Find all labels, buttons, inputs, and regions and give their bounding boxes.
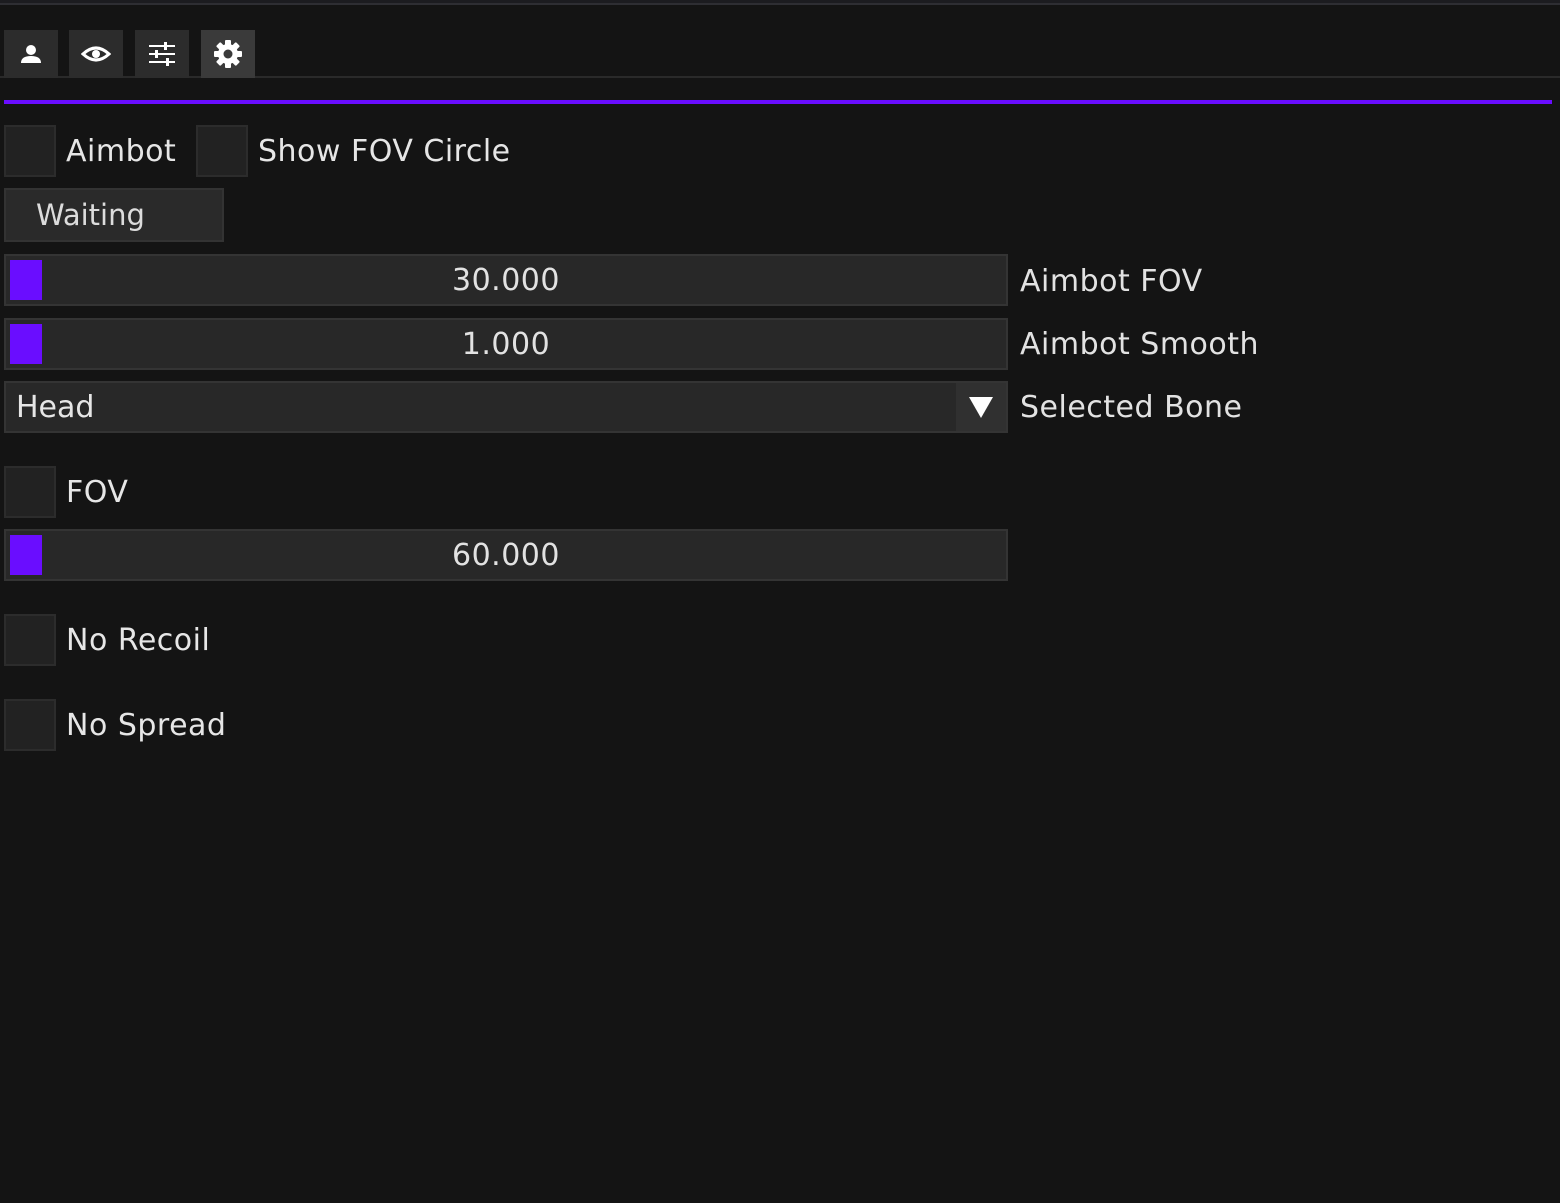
no-spread-label: No Spread <box>66 707 227 743</box>
show-fov-circle-label: Show FOV Circle <box>258 133 511 169</box>
aimbot-fov-value: 30.000 <box>452 262 560 298</box>
fov-label: FOV <box>66 474 129 510</box>
fov-value: 60.000 <box>452 537 560 573</box>
no-recoil-checkbox[interactable] <box>4 614 56 666</box>
fov-checkbox[interactable] <box>4 466 56 518</box>
no-recoil-row: No Recoil <box>4 614 210 666</box>
tab-config[interactable] <box>201 30 255 78</box>
fov-toggle-row: FOV <box>4 466 128 518</box>
accent-separator <box>4 100 1552 104</box>
aimbot-hotkey-label: Waiting <box>36 198 145 232</box>
aimbot-checkbox[interactable] <box>4 125 56 177</box>
aimbot-fov-label: Aimbot FOV <box>1020 264 1203 299</box>
triangle-down-icon <box>969 397 993 418</box>
tab-user[interactable] <box>4 30 58 78</box>
aimbot-smooth-label: Aimbot Smooth <box>1020 327 1260 362</box>
aimbot-smooth-value: 1.000 <box>461 326 551 362</box>
no-spread-row: No Spread <box>4 699 226 751</box>
eye-icon <box>81 46 111 62</box>
fov-slider[interactable]: 60.000 <box>4 529 1008 581</box>
selected-bone-label: Selected Bone <box>1020 390 1243 425</box>
gear-icon <box>214 40 242 68</box>
aimbot-hotkey-button[interactable]: Waiting <box>4 188 224 242</box>
no-recoil-label: No Recoil <box>66 622 211 658</box>
aimbot-label: Aimbot <box>66 133 177 169</box>
aimbot-smooth-slider[interactable]: 1.000 <box>4 318 1008 370</box>
selected-bone-dropdown[interactable]: Head <box>4 381 1008 433</box>
tab-visuals[interactable] <box>69 30 123 78</box>
show-fov-circle-row: Show FOV Circle <box>196 125 511 177</box>
aimbot-toggle-row: Aimbot <box>4 125 176 177</box>
selected-bone-value: Head <box>16 389 95 425</box>
dropdown-arrow-button[interactable] <box>956 383 1006 431</box>
show-fov-circle-checkbox[interactable] <box>196 125 248 177</box>
user-icon <box>21 45 41 63</box>
no-spread-checkbox[interactable] <box>4 699 56 751</box>
window-top-border <box>0 0 1560 5</box>
tab-settings-sliders[interactable] <box>135 30 189 78</box>
tab-bar <box>0 30 1560 78</box>
sliders-icon <box>149 42 175 66</box>
aimbot-fov-slider[interactable]: 30.000 <box>4 254 1008 306</box>
